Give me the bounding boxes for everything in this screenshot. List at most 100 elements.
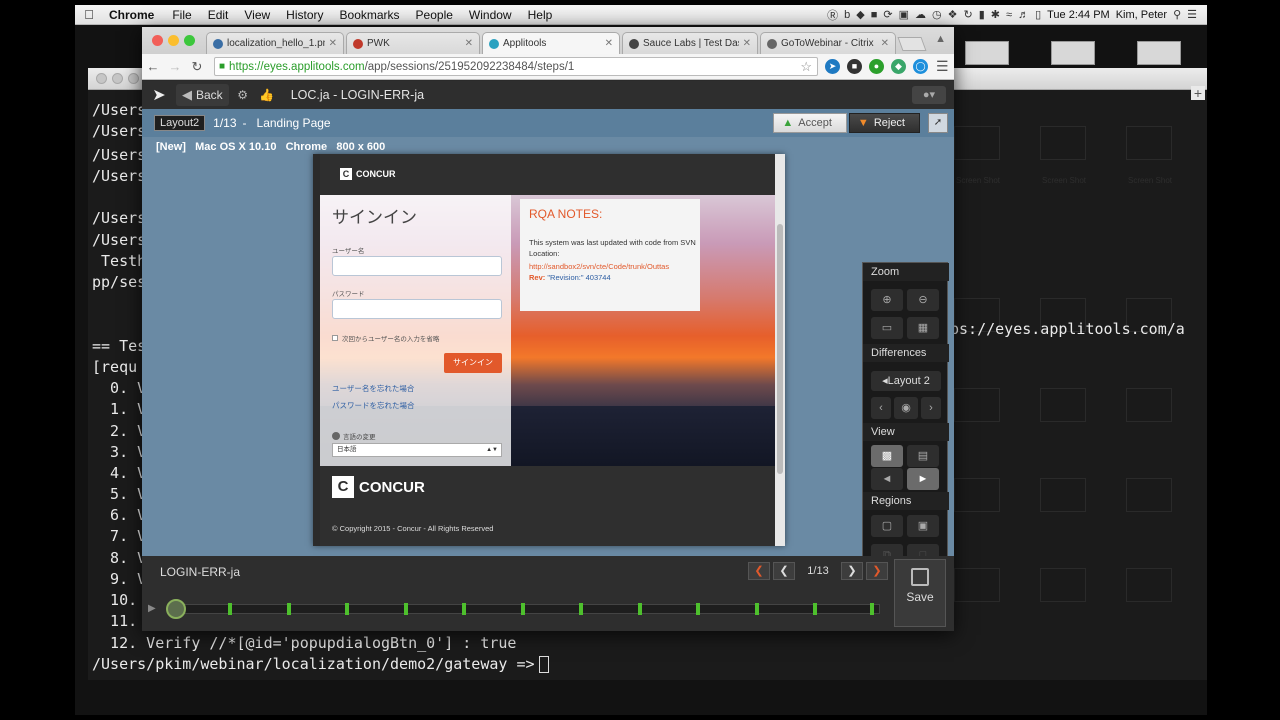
forward-arrow-icon[interactable]: → xyxy=(164,59,186,74)
desktop-thumbnail[interactable] xyxy=(1051,41,1095,65)
timeline-step-marker[interactable] xyxy=(404,603,408,615)
spotlight-icon[interactable]: ⚲ xyxy=(1173,8,1181,21)
extension-blue-icon[interactable]: ◯ xyxy=(913,59,928,74)
bold-b-icon[interactable]: b xyxy=(844,9,850,21)
timeline-step-marker[interactable] xyxy=(462,603,466,615)
menu-people[interactable]: People xyxy=(408,8,461,22)
language-select[interactable]: 日本語 ▲▼ xyxy=(332,443,502,457)
prev-diff-step-icon[interactable]: ❮ xyxy=(748,562,770,580)
floating-region-icon[interactable]: ▣ xyxy=(907,515,939,537)
battery-meter-icon[interactable]: ▮ xyxy=(979,8,985,21)
previous-diff-icon[interactable]: ‹ xyxy=(871,397,891,419)
next-diff-icon[interactable]: › xyxy=(921,397,941,419)
single-view-icon[interactable]: ▩ xyxy=(871,445,903,467)
screenshot-scrollbar[interactable] xyxy=(775,154,785,546)
timer-icon[interactable]: ◷ xyxy=(932,8,942,21)
scrollbar-thumb[interactable] xyxy=(777,224,783,474)
timeline-step-marker[interactable] xyxy=(521,603,525,615)
accept-button[interactable]: ▲ Accept xyxy=(773,113,847,133)
timeline-step-marker[interactable] xyxy=(696,603,700,615)
menu-view[interactable]: View xyxy=(236,8,278,22)
bookmark-star-icon[interactable]: ☆ xyxy=(800,59,812,75)
user-menu-icon[interactable]: ●▾ xyxy=(912,86,946,104)
forgot-password-link[interactable]: パスワードを忘れた場合 xyxy=(332,400,415,411)
checkpoint-screenshot[interactable]: C CONCUR サインイン ユーザー名 パスワード 次回からユーザー名の入力を… xyxy=(313,154,785,546)
back-button[interactable]: ◀ Back xyxy=(176,84,229,106)
close-icon[interactable]: ✕ xyxy=(881,38,889,49)
close-icon[interactable]: ✕ xyxy=(743,38,751,49)
ignore-region-icon[interactable]: ▢ xyxy=(871,515,903,537)
next-step-icon[interactable]: ❯ xyxy=(841,562,863,580)
timeline-step-marker[interactable] xyxy=(755,603,759,615)
evernote-icon[interactable]: ◆ xyxy=(856,8,864,21)
menu-edit[interactable]: Edit xyxy=(200,8,237,22)
pointer-tool-icon[interactable]: ➚ xyxy=(928,113,948,133)
zoom-out-icon[interactable]: ⊖ xyxy=(907,289,939,311)
zoom-in-icon[interactable]: ⊕ xyxy=(871,289,903,311)
timeline-step-marker[interactable] xyxy=(638,603,642,615)
timeline-step-marker[interactable] xyxy=(870,603,874,615)
reload-icon[interactable]: ↻ xyxy=(186,59,208,75)
back-arrow-icon[interactable]: ← xyxy=(142,59,164,74)
timeline-step-marker[interactable] xyxy=(345,603,349,615)
notification-center-icon[interactable]: ☰ xyxy=(1187,8,1197,21)
new-tab-button[interactable] xyxy=(897,37,927,51)
user-name[interactable]: Kim, Peter xyxy=(1116,9,1167,21)
remember-username[interactable]: 次回からユーザー名の入力を省略 xyxy=(332,333,439,343)
tab-localization-png[interactable]: localization_hello_1.png ✕ xyxy=(206,32,344,54)
clock[interactable]: Tue 2:44 PM xyxy=(1047,9,1110,21)
settings-gear-icon[interactable]: ⚙ xyxy=(233,85,253,105)
apple-menu-icon[interactable]:  xyxy=(75,7,103,22)
desktop-thumbnail[interactable] xyxy=(965,41,1009,65)
tab-sauce-labs[interactable]: Sauce Labs | Test Dash ✕ xyxy=(622,32,758,54)
extension-green-icon[interactable]: ● xyxy=(869,59,884,74)
lock-icon[interactable]: ■ xyxy=(871,9,878,21)
menu-file[interactable]: File xyxy=(164,8,199,22)
tab-pwk[interactable]: PWK ✕ xyxy=(346,32,480,54)
side-by-side-icon[interactable]: ▤ xyxy=(907,445,939,467)
tab-gotowebinar[interactable]: GoToWebinar - Citrix ✕ xyxy=(760,32,896,54)
chrome-menu-icon[interactable]: ☰ xyxy=(936,58,949,75)
close-icon[interactable]: ✕ xyxy=(465,38,473,49)
thumbs-up-icon[interactable]: 👍 xyxy=(257,85,277,105)
menu-window[interactable]: Window xyxy=(461,8,520,22)
forgot-username-link[interactable]: ユーザー名を忘れた場合 xyxy=(332,383,414,394)
cloud-icon[interactable]: ☁ xyxy=(915,8,926,21)
diff-toggle-icon[interactable]: ◉ xyxy=(894,397,918,419)
volume-icon[interactable]: ♬ xyxy=(1018,9,1029,21)
window-close-icon[interactable] xyxy=(152,35,163,46)
reject-button[interactable]: ▼ Reject xyxy=(848,113,920,133)
screen-icon[interactable]: ▣ xyxy=(899,8,909,21)
address-bar[interactable]: ■ https://eyes.applitools.com/app/sessio… xyxy=(214,57,818,76)
timeline-step-marker[interactable] xyxy=(287,603,291,615)
new-terminal-tab-icon[interactable]: + xyxy=(1191,86,1205,100)
terminal-close-icon[interactable] xyxy=(96,73,107,84)
timeline-step-marker[interactable] xyxy=(579,603,583,615)
next-diff-step-icon[interactable]: ❯ xyxy=(866,562,888,580)
desktop-thumbnail[interactable] xyxy=(1137,41,1181,65)
time-machine-icon[interactable]: ↻ xyxy=(964,8,973,21)
baseline-view-icon[interactable]: ◄ xyxy=(871,468,903,490)
dropbox-icon[interactable]: ❖ xyxy=(948,8,958,21)
timeline-step-marker[interactable] xyxy=(813,603,817,615)
rqa-svn-link[interactable]: http://sandbox2/svn/cte/Code/trunk/Outta… xyxy=(529,262,699,271)
signin-button[interactable]: サインイン xyxy=(444,353,502,373)
remember-checkbox[interactable] xyxy=(332,335,338,341)
menu-history[interactable]: History xyxy=(278,8,331,22)
timeline-current-step-knob[interactable] xyxy=(166,599,186,619)
extension-telegram-icon[interactable]: ➤ xyxy=(825,59,840,74)
window-minimize-icon[interactable] xyxy=(168,35,179,46)
password-field[interactable] xyxy=(332,299,502,319)
close-icon[interactable]: ✕ xyxy=(605,38,613,49)
battery-icon[interactable]: ▯ xyxy=(1035,8,1041,21)
checkpoint-view-icon[interactable]: ► xyxy=(907,468,939,490)
wifi-icon[interactable]: ≈ xyxy=(1006,9,1012,21)
prev-step-icon[interactable]: ❮ xyxy=(773,562,795,580)
zoom-100-icon[interactable]: ▭ xyxy=(871,317,903,339)
timeline-step-marker[interactable] xyxy=(228,603,232,615)
window-fullscreen-icon[interactable] xyxy=(184,35,195,46)
applitools-logo-icon[interactable]: ➤ xyxy=(142,85,176,105)
close-icon[interactable]: ✕ xyxy=(329,38,337,49)
username-field[interactable] xyxy=(332,256,502,276)
tab-applitools[interactable]: Applitools ✕ xyxy=(482,32,620,54)
